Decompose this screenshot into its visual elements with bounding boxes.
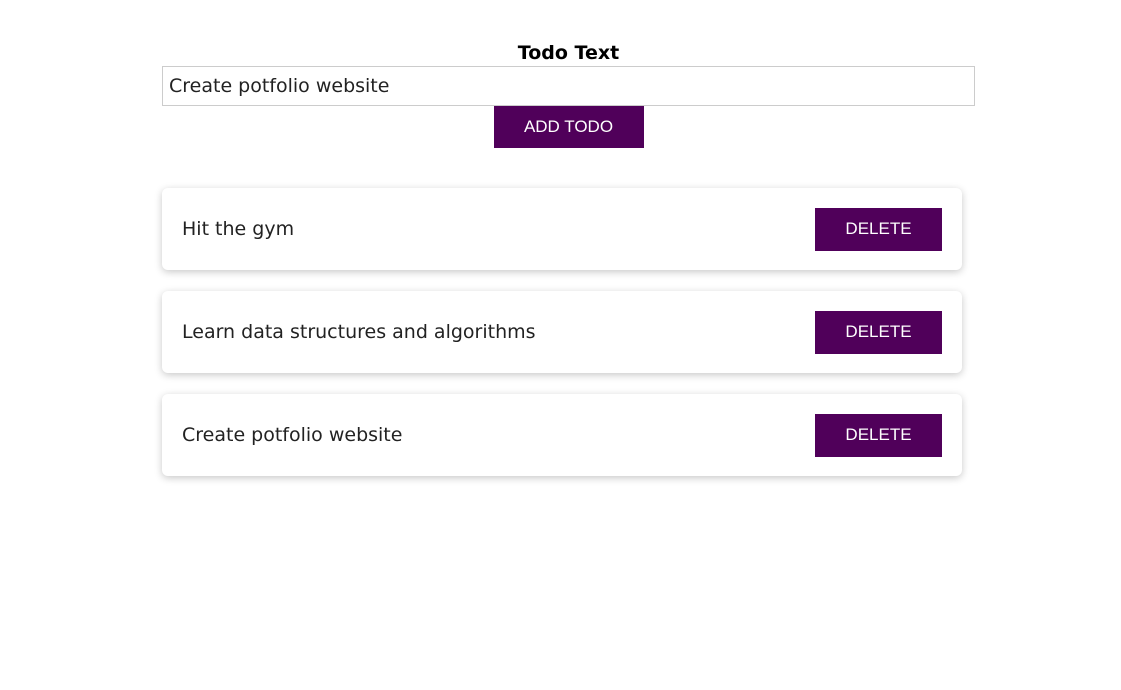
delete-todo-button[interactable]: DELETE [815, 413, 942, 457]
delete-todo-button[interactable]: DELETE [815, 310, 942, 354]
todo-item: Learn data structures and algorithms DEL… [162, 291, 962, 373]
todo-item-text: Learn data structures and algorithms [182, 321, 536, 343]
todo-item: Hit the gym DELETE [162, 188, 962, 270]
add-todo-button[interactable]: ADD TODO [493, 106, 644, 148]
todo-item-text: Create potfolio website [182, 424, 403, 446]
todo-text-label: Todo Text [517, 42, 620, 64]
todo-form: Todo Text ADD TODO [162, 40, 975, 148]
todo-item: Create potfolio website DELETE [162, 394, 962, 476]
todo-text-input[interactable] [162, 66, 975, 106]
todo-item-text: Hit the gym [182, 218, 295, 240]
todo-list: Hit the gym DELETE Learn data structures… [162, 188, 962, 497]
delete-todo-button[interactable]: DELETE [815, 207, 942, 251]
